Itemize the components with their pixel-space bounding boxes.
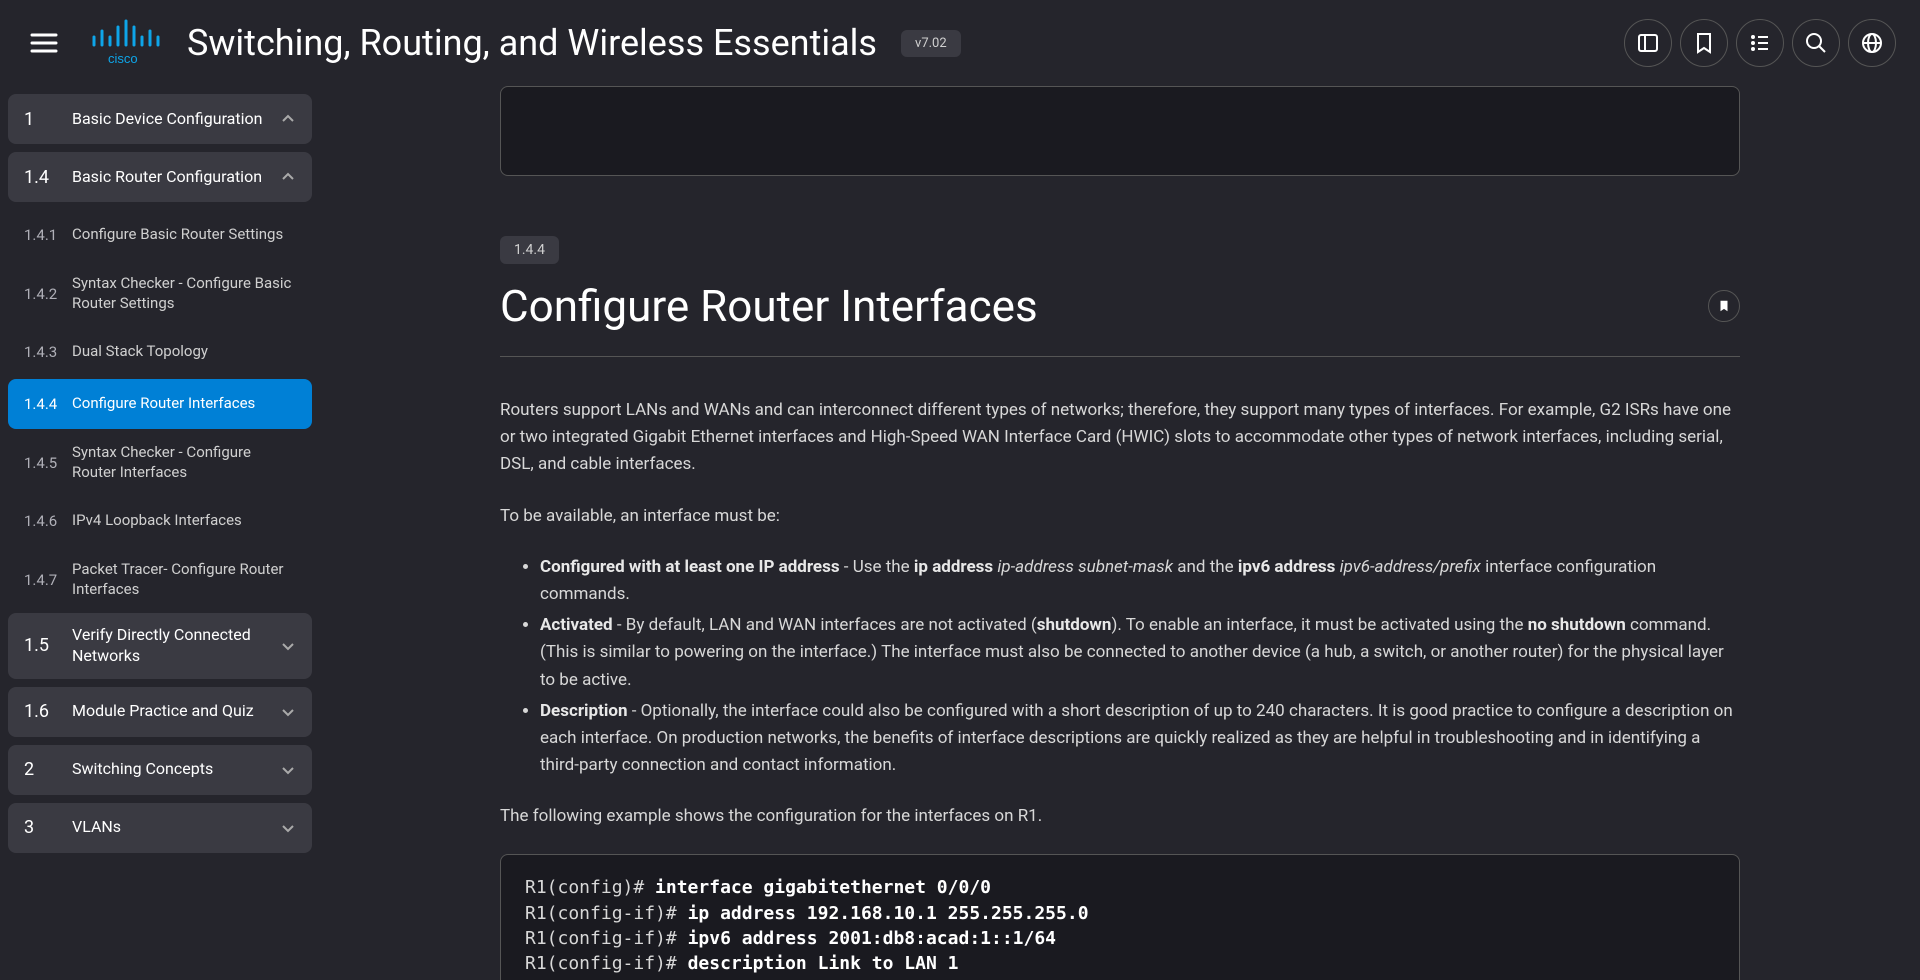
chevron-up-icon — [280, 111, 296, 127]
sidebar-item-number: 1.4 — [24, 167, 72, 188]
course-title: Switching, Routing, and Wireless Essenti… — [187, 22, 877, 64]
code-block-previous — [500, 86, 1740, 176]
sidebar-item-label: Module Practice and Quiz — [72, 701, 280, 722]
sidebar-item-1-4-7[interactable]: 1.4.7Packet Tracer- Configure Router Int… — [8, 548, 312, 611]
sidebar-item-label: Syntax Checker - Configure Basic Router … — [72, 274, 296, 313]
chevron-down-icon — [280, 762, 296, 778]
sidebar-item-1-4-6[interactable]: 1.4.6IPv4 Loopback Interfaces — [8, 496, 312, 546]
list-item: Configured with at least one IP address … — [540, 554, 1740, 608]
sidebar-item-number: 1.5 — [24, 635, 72, 656]
sidebar-item-label: Configure Basic Router Settings — [72, 225, 296, 245]
italic-text: ipv6-address/prefix — [1335, 557, 1480, 577]
chevron-up-icon — [280, 169, 296, 185]
search-button[interactable] — [1792, 19, 1840, 67]
sidebar-item-number: 1.4.1 — [24, 226, 72, 244]
sidebar-item-1-4-4[interactable]: 1.4.4Configure Router Interfaces — [8, 379, 312, 429]
section-header: Configure Router Interfaces — [500, 280, 1740, 357]
hamburger-icon — [28, 27, 60, 59]
sidebar-item-number: 2 — [24, 759, 72, 780]
bookmark-button[interactable] — [1680, 19, 1728, 67]
sidebar-item-number: 1.6 — [24, 701, 72, 722]
header-actions — [1624, 19, 1896, 67]
sidebar-item-1[interactable]: 1Basic Device Configuration — [8, 94, 312, 144]
sidebar-item-label: Switching Concepts — [72, 759, 280, 780]
sidebar-item-number: 1.4.6 — [24, 512, 72, 530]
sidebar-item-label: Configure Router Interfaces — [72, 394, 296, 414]
sidebar-item-1-4-2[interactable]: 1.4.2Syntax Checker - Configure Basic Ro… — [8, 262, 312, 325]
sidebar-item-1-4-5[interactable]: 1.4.5Syntax Checker - Configure Router I… — [8, 431, 312, 494]
sidebar-item-1-4-3[interactable]: 1.4.3Dual Stack Topology — [8, 327, 312, 377]
sidebar-item-number: 3 — [24, 817, 72, 838]
section-title: Configure Router Interfaces — [500, 280, 1038, 332]
list-item: Activated - By default, LAN and WAN inte… — [540, 612, 1740, 694]
bookmark-icon — [1692, 31, 1716, 55]
sidebar-nav: 1Basic Device Configuration 1.4Basic Rout… — [0, 86, 320, 980]
config-code-block: R1(config)# interface gigabitethernet 0/… — [500, 854, 1740, 980]
sidebar-item-label: Basic Device Configuration — [72, 109, 280, 130]
list-item: Description - Optionally, the interface … — [540, 698, 1740, 780]
availability-line: To be available, an interface must be: — [500, 503, 1740, 530]
sidebar-item-label: Basic Router Configuration — [72, 167, 280, 188]
sidebar-item-label: VLANs — [72, 817, 280, 838]
bullet-strong: Description — [540, 701, 627, 721]
chevron-down-icon — [280, 820, 296, 836]
list-button[interactable] — [1736, 19, 1784, 67]
sidebar-item-label: IPv4 Loopback Interfaces — [72, 511, 296, 531]
intro-paragraph: Routers support LANs and WANs and can in… — [500, 397, 1740, 479]
sidebar-item-number: 1.4.3 — [24, 343, 72, 361]
chevron-down-icon — [280, 704, 296, 720]
svg-text:cisco: cisco — [108, 51, 138, 66]
command-text: ip address — [914, 557, 993, 577]
example-intro: The following example shows the configur… — [500, 803, 1740, 830]
sidebar-item-label: Syntax Checker - Configure Router Interf… — [72, 443, 296, 482]
sidebar-item-number: 1.4.2 — [24, 285, 72, 303]
sidebar-item-number: 1.4.5 — [24, 454, 72, 472]
sidebar-item-label: Packet Tracer- Configure Router Interfac… — [72, 560, 296, 599]
sidebar-item-label: Verify Directly Connected Networks — [72, 625, 280, 667]
bullet-strong: Configured with at least one IP address — [540, 557, 840, 577]
globe-button[interactable] — [1848, 19, 1896, 67]
command-text: ipv6 address — [1238, 557, 1336, 577]
section-bookmark-button[interactable] — [1708, 290, 1740, 322]
bookmark-icon — [1717, 299, 1731, 313]
sidebar-item-2[interactable]: 2Switching Concepts — [8, 745, 312, 795]
sidebar-item-number: 1.4.4 — [24, 395, 72, 413]
chevron-down-icon — [280, 638, 296, 654]
sidebar-item-number: 1 — [24, 109, 72, 130]
command-text: shutdown — [1037, 615, 1112, 635]
panel-icon — [1636, 31, 1660, 55]
app-header: cisco Switching, Routing, and Wireless E… — [0, 0, 1920, 86]
search-icon — [1804, 31, 1828, 55]
globe-icon — [1860, 31, 1884, 55]
sidebar-item-3[interactable]: 3VLANs — [8, 803, 312, 853]
requirement-list: Configured with at least one IP address … — [500, 554, 1740, 780]
main-content: 1.4.4 Configure Router Interfaces Router… — [320, 86, 1920, 980]
sidebar-item-1-6[interactable]: 1.6Module Practice and Quiz — [8, 687, 312, 737]
list-icon — [1748, 31, 1772, 55]
sidebar-item-number: 1.4.7 — [24, 571, 72, 589]
panel-button[interactable] — [1624, 19, 1672, 67]
menu-button[interactable] — [24, 23, 64, 63]
sidebar-item-1-5[interactable]: 1.5Verify Directly Connected Networks — [8, 613, 312, 679]
cisco-logo: cisco — [88, 19, 163, 67]
sidebar-item-label: Dual Stack Topology — [72, 342, 296, 362]
command-text: no shutdown — [1528, 615, 1626, 635]
sidebar-item-1-4[interactable]: 1.4Basic Router Configuration — [8, 152, 312, 202]
sidebar-item-1-4-1[interactable]: 1.4.1Configure Basic Router Settings — [8, 210, 312, 260]
section-number-badge: 1.4.4 — [500, 236, 559, 264]
bullet-strong: Activated — [540, 615, 613, 635]
version-badge: v7.02 — [901, 30, 961, 57]
italic-text: ip-address subnet-mask — [993, 557, 1173, 577]
